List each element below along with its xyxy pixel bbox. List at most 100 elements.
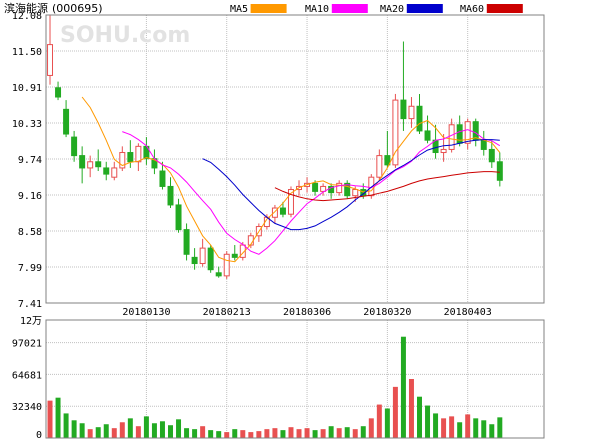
candle-up [440, 148, 447, 154]
legend-swatch [486, 4, 523, 13]
volume-bar [55, 397, 61, 438]
price-axis-labels: 12.08 11.50 10.91 10.33 9.74 9.16 8.58 7.99 7.41 [12, 11, 42, 310]
candle-up [47, 44, 54, 76]
volume-bar [320, 429, 326, 438]
candle-down [191, 256, 198, 265]
volume-tick-label: 97021 [12, 339, 42, 350]
grid-lines [46, 14, 544, 439]
candle-down [175, 204, 182, 231]
legend-label: MA5 [230, 4, 248, 15]
volume-bar [63, 413, 69, 438]
candle-up [135, 145, 142, 163]
price-tick-label: 8.58 [18, 227, 42, 238]
candle-down [400, 99, 407, 120]
volume-tick-label: 0 [36, 430, 42, 440]
candle-down [95, 161, 102, 168]
stock-code: (000695) [52, 2, 103, 15]
candle-down [279, 207, 286, 215]
candle-down [488, 148, 495, 163]
volume-bar [208, 430, 214, 438]
candle-down [55, 87, 62, 98]
legend-swatch [331, 4, 368, 13]
candle-down [496, 161, 503, 181]
volume-bar [87, 429, 93, 438]
volume-bar [192, 429, 198, 438]
volume-bar [392, 386, 398, 438]
volume-bar [384, 408, 390, 438]
volume-bar [417, 396, 422, 438]
volume-tick-label: 32340 [12, 402, 42, 413]
price-tick-label: 12.08 [12, 11, 42, 22]
volume-bar [168, 425, 173, 438]
date-tick-label: 20180306 [283, 307, 331, 318]
volume-bar [376, 404, 382, 438]
volume-bar [119, 422, 125, 438]
volume-bar [159, 421, 165, 438]
volume-bar [176, 419, 182, 438]
price-tick-label: 11.50 [12, 47, 42, 58]
candle-up [223, 253, 230, 277]
volume-bar [360, 426, 366, 438]
candle-down [215, 272, 222, 277]
candle-down [167, 185, 174, 206]
legend-label: MA20 [380, 4, 404, 15]
volume-bar [449, 416, 455, 438]
candle-down [480, 139, 487, 150]
volume-bar [200, 426, 206, 438]
candle-down [207, 247, 214, 271]
legend-swatch [250, 4, 287, 13]
legend: MA5 MA10 MA20 MA60 [230, 4, 523, 15]
candle-up [448, 124, 455, 150]
date-tick-label: 20180130 [122, 307, 170, 318]
price-tick-label: 10.33 [12, 119, 42, 130]
candle-down [312, 182, 319, 192]
ma20-line [202, 139, 500, 231]
price-tick-label: 7.99 [18, 263, 42, 274]
volume-bar [441, 418, 447, 438]
moving-average-lines [81, 96, 501, 263]
volume-axis-labels: 97021 64681 32340 0 12万 [12, 316, 42, 440]
candle-down [424, 130, 431, 141]
volume-bar [240, 430, 246, 438]
volume-bar [216, 431, 222, 438]
ma5-line [81, 96, 501, 263]
legend-label: MA10 [305, 4, 329, 15]
volume-bar [224, 432, 230, 438]
volume-bar [489, 424, 495, 438]
volume-bar [457, 422, 463, 438]
candle-down [231, 253, 238, 258]
candle-up [408, 105, 415, 120]
volume-bar [103, 424, 109, 438]
volume-bar [135, 426, 141, 438]
legend-label: MA60 [460, 4, 484, 15]
volume-bar [433, 413, 439, 438]
volume-bar [288, 427, 294, 438]
volume-bar [256, 431, 262, 438]
volume-bar [336, 428, 342, 438]
volume-bar [408, 379, 414, 438]
price-tick-label: 7.41 [18, 299, 42, 310]
price-tick-label: 9.16 [18, 191, 42, 202]
candle-down [159, 170, 166, 187]
volume-bar [400, 336, 406, 438]
volume-bar [296, 429, 302, 438]
candle-down [63, 108, 70, 135]
volume-bar [71, 420, 77, 438]
volume-bars [47, 336, 503, 438]
volume-bar [352, 429, 358, 438]
candle-down [103, 167, 110, 175]
volume-bar [304, 428, 310, 438]
volume-bar [344, 427, 350, 438]
date-axis-labels: 20180130 20180213 20180306 20180320 20180403 [122, 307, 491, 318]
watermark: SOHU.com [60, 23, 190, 48]
candle-up [352, 189, 359, 197]
candle-up [87, 161, 94, 169]
volume-bar [151, 423, 157, 438]
volume-bar [272, 428, 278, 438]
volume-bar [497, 417, 503, 438]
volume-bar [111, 428, 117, 438]
volume-bar [232, 429, 238, 438]
volume-unit-label: 12万 [20, 316, 42, 327]
volume-bar [312, 430, 318, 438]
volume-bar [473, 418, 479, 438]
